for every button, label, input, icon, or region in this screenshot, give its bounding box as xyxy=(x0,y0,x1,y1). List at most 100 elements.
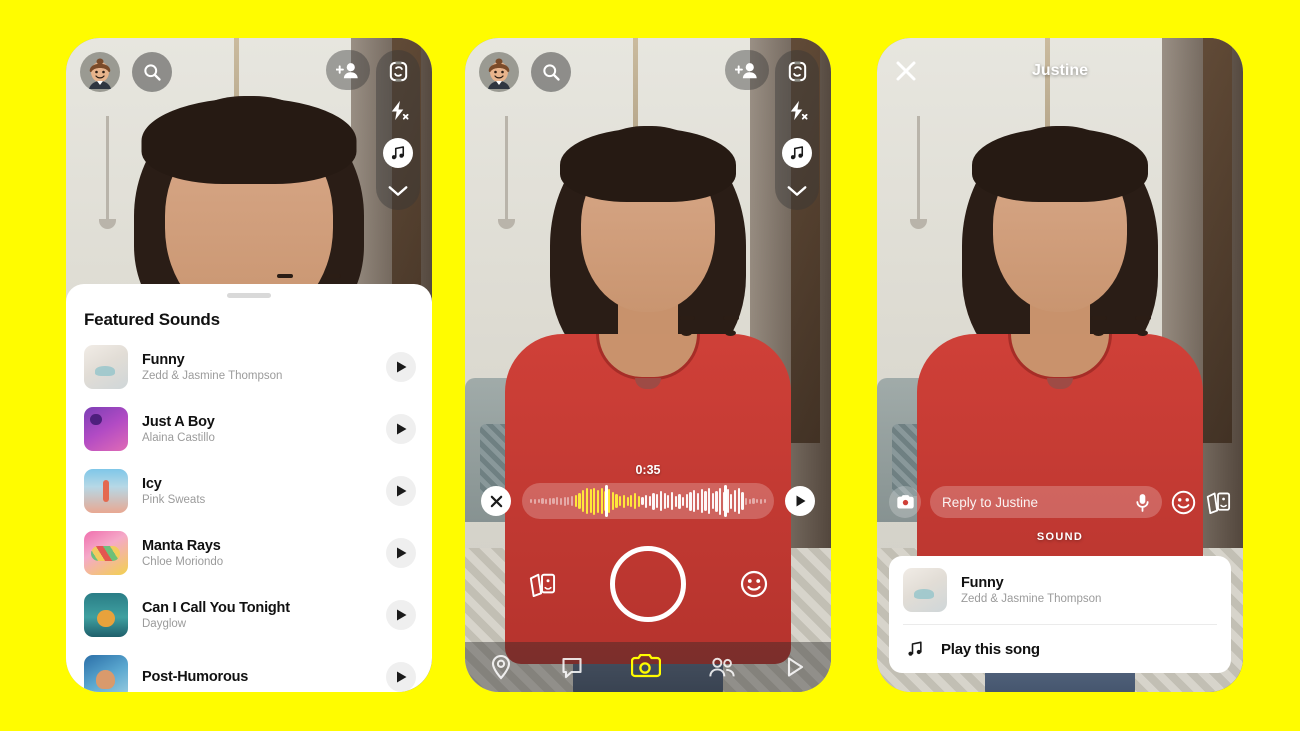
story-header: Justine xyxy=(877,54,1243,88)
hair-fringe xyxy=(141,98,357,184)
microphone-icon[interactable] xyxy=(1135,493,1150,512)
album-art xyxy=(84,593,128,637)
emoji-icon[interactable] xyxy=(740,570,768,598)
reply-input[interactable]: Reply to Justine xyxy=(930,486,1162,518)
eye-left xyxy=(1093,330,1104,336)
room-lamp xyxy=(910,116,928,229)
room-lamp xyxy=(99,116,117,229)
sound-waveform[interactable] xyxy=(522,483,774,519)
music-note-icon[interactable] xyxy=(383,138,413,168)
camera-icon[interactable] xyxy=(630,654,661,680)
music-note-icon xyxy=(905,639,925,659)
emoji-icon[interactable] xyxy=(1171,490,1196,515)
play-icon[interactable] xyxy=(386,538,416,568)
close-icon[interactable] xyxy=(481,486,511,516)
trim-duration: 0:35 xyxy=(635,463,661,477)
sound-info-card: Funny Zedd & Jasmine Thompson Play this … xyxy=(889,556,1231,673)
sound-meta: Funny Zedd & Jasmine Thompson xyxy=(142,352,372,382)
sticker-icon[interactable] xyxy=(1205,490,1231,514)
sound-meta: Can I Call You Tonight Dayglow xyxy=(142,600,372,630)
room-lamp xyxy=(498,116,516,229)
sound-list[interactable]: Funny Zedd & Jasmine Thompson Just A Boy… xyxy=(66,336,432,692)
camera-tools-stack-1 xyxy=(376,50,420,210)
play-icon[interactable] xyxy=(386,600,416,630)
sound-trimmer: 0:35 xyxy=(465,463,831,519)
sound-meta: Icy Pink Sweats xyxy=(142,476,372,506)
sheet-title: Featured Sounds xyxy=(84,310,220,329)
play-icon[interactable] xyxy=(785,486,815,516)
trim-handle-end[interactable] xyxy=(723,485,727,517)
sound-title: Just A Boy xyxy=(142,414,215,430)
camera-tools-stack-2 xyxy=(775,50,819,210)
eyebrow-left xyxy=(1091,316,1107,320)
sound-card-header[interactable]: Funny Zedd & Jasmine Thompson xyxy=(889,556,1231,624)
bitmoji-avatar[interactable] xyxy=(80,52,120,92)
sticker-icon[interactable] xyxy=(528,571,556,597)
capture-controls xyxy=(465,546,831,622)
eye-right xyxy=(725,330,736,336)
featured-sounds-sheet: Featured Sounds Funny Zedd & Jasmine Tho… xyxy=(66,284,432,692)
sound-title: Funny xyxy=(142,352,185,368)
room-door xyxy=(1202,38,1233,444)
sound-artist: Zedd & Jasmine Thompson xyxy=(961,593,1102,605)
hair-fringe xyxy=(560,128,736,202)
list-item[interactable]: Icy Pink Sweats xyxy=(66,460,432,522)
music-note-icon[interactable] xyxy=(782,138,812,168)
map-pin-icon[interactable] xyxy=(489,654,513,680)
flip-camera-icon[interactable] xyxy=(786,60,809,83)
list-item[interactable]: Manta Rays Chloe Moriondo xyxy=(66,522,432,584)
sound-artist: Dayglow xyxy=(142,618,187,630)
list-item[interactable]: Funny Zedd & Jasmine Thompson xyxy=(66,336,432,398)
add-friend-icon[interactable] xyxy=(326,50,370,90)
play-this-song-button[interactable]: Play this song xyxy=(889,625,1231,673)
trim-row xyxy=(465,483,831,519)
play-icon[interactable] xyxy=(386,414,416,444)
close-icon[interactable] xyxy=(895,60,917,82)
chevron-down-icon[interactable] xyxy=(786,184,808,198)
sound-artist: Chloe Moriondo xyxy=(142,556,224,568)
phone-panel-story-reply: Justine Reply to Justine SOUND Funny Zed… xyxy=(877,38,1243,692)
album-art xyxy=(84,407,128,451)
play-icon[interactable] xyxy=(386,662,416,692)
play-song-label: Play this song xyxy=(941,640,1040,658)
eyebrow-right xyxy=(723,316,739,320)
add-friend-icon[interactable] xyxy=(725,50,769,90)
sound-artist: Alaina Castillo xyxy=(142,432,215,444)
flash-off-icon[interactable] xyxy=(786,99,809,122)
phone-panel-featured-sounds: Featured Sounds Funny Zedd & Jasmine Tho… xyxy=(66,38,432,692)
sound-title: Funny xyxy=(961,575,1004,591)
bottom-nav xyxy=(465,642,831,692)
trim-handle-start[interactable] xyxy=(605,485,609,517)
chat-icon[interactable] xyxy=(560,655,584,679)
sound-artist: Pink Sweats xyxy=(142,494,206,506)
friends-icon[interactable] xyxy=(708,656,736,678)
album-art xyxy=(903,568,947,612)
spotlight-icon[interactable] xyxy=(783,655,807,679)
bitmoji-avatar[interactable] xyxy=(479,52,519,92)
eye-left xyxy=(681,330,692,336)
phone-panel-sound-trimmer: 0:35 xyxy=(465,38,831,692)
shutter-button[interactable] xyxy=(610,546,686,622)
flip-camera-icon[interactable] xyxy=(387,60,410,83)
list-item[interactable]: Can I Call You Tonight Dayglow xyxy=(66,584,432,646)
album-art xyxy=(84,345,128,389)
search-icon[interactable] xyxy=(531,52,571,92)
chevron-down-icon[interactable] xyxy=(387,184,409,198)
reply-placeholder: Reply to Justine xyxy=(942,494,1039,510)
list-item[interactable]: Post-Humorous xyxy=(66,646,432,692)
sound-title: Post-Humorous xyxy=(142,669,249,685)
screenshot-stage: Featured Sounds Funny Zedd & Jasmine Tho… xyxy=(0,0,1300,731)
search-icon[interactable] xyxy=(132,52,172,92)
list-item[interactable]: Just A Boy Alaina Castillo xyxy=(66,398,432,460)
sound-meta: Just A Boy Alaina Castillo xyxy=(142,414,372,444)
play-icon[interactable] xyxy=(386,476,416,506)
camera-icon[interactable] xyxy=(889,486,921,518)
page-title: Justine xyxy=(1031,62,1088,79)
play-icon[interactable] xyxy=(386,352,416,382)
album-art xyxy=(84,469,128,513)
hair-fringe xyxy=(972,128,1148,202)
flash-off-icon[interactable] xyxy=(387,99,410,122)
sound-artist: Zedd & Jasmine Thompson xyxy=(142,370,283,382)
sound-section-label: SOUND xyxy=(1036,531,1084,543)
sound-meta: Manta Rays Chloe Moriondo xyxy=(142,538,372,568)
